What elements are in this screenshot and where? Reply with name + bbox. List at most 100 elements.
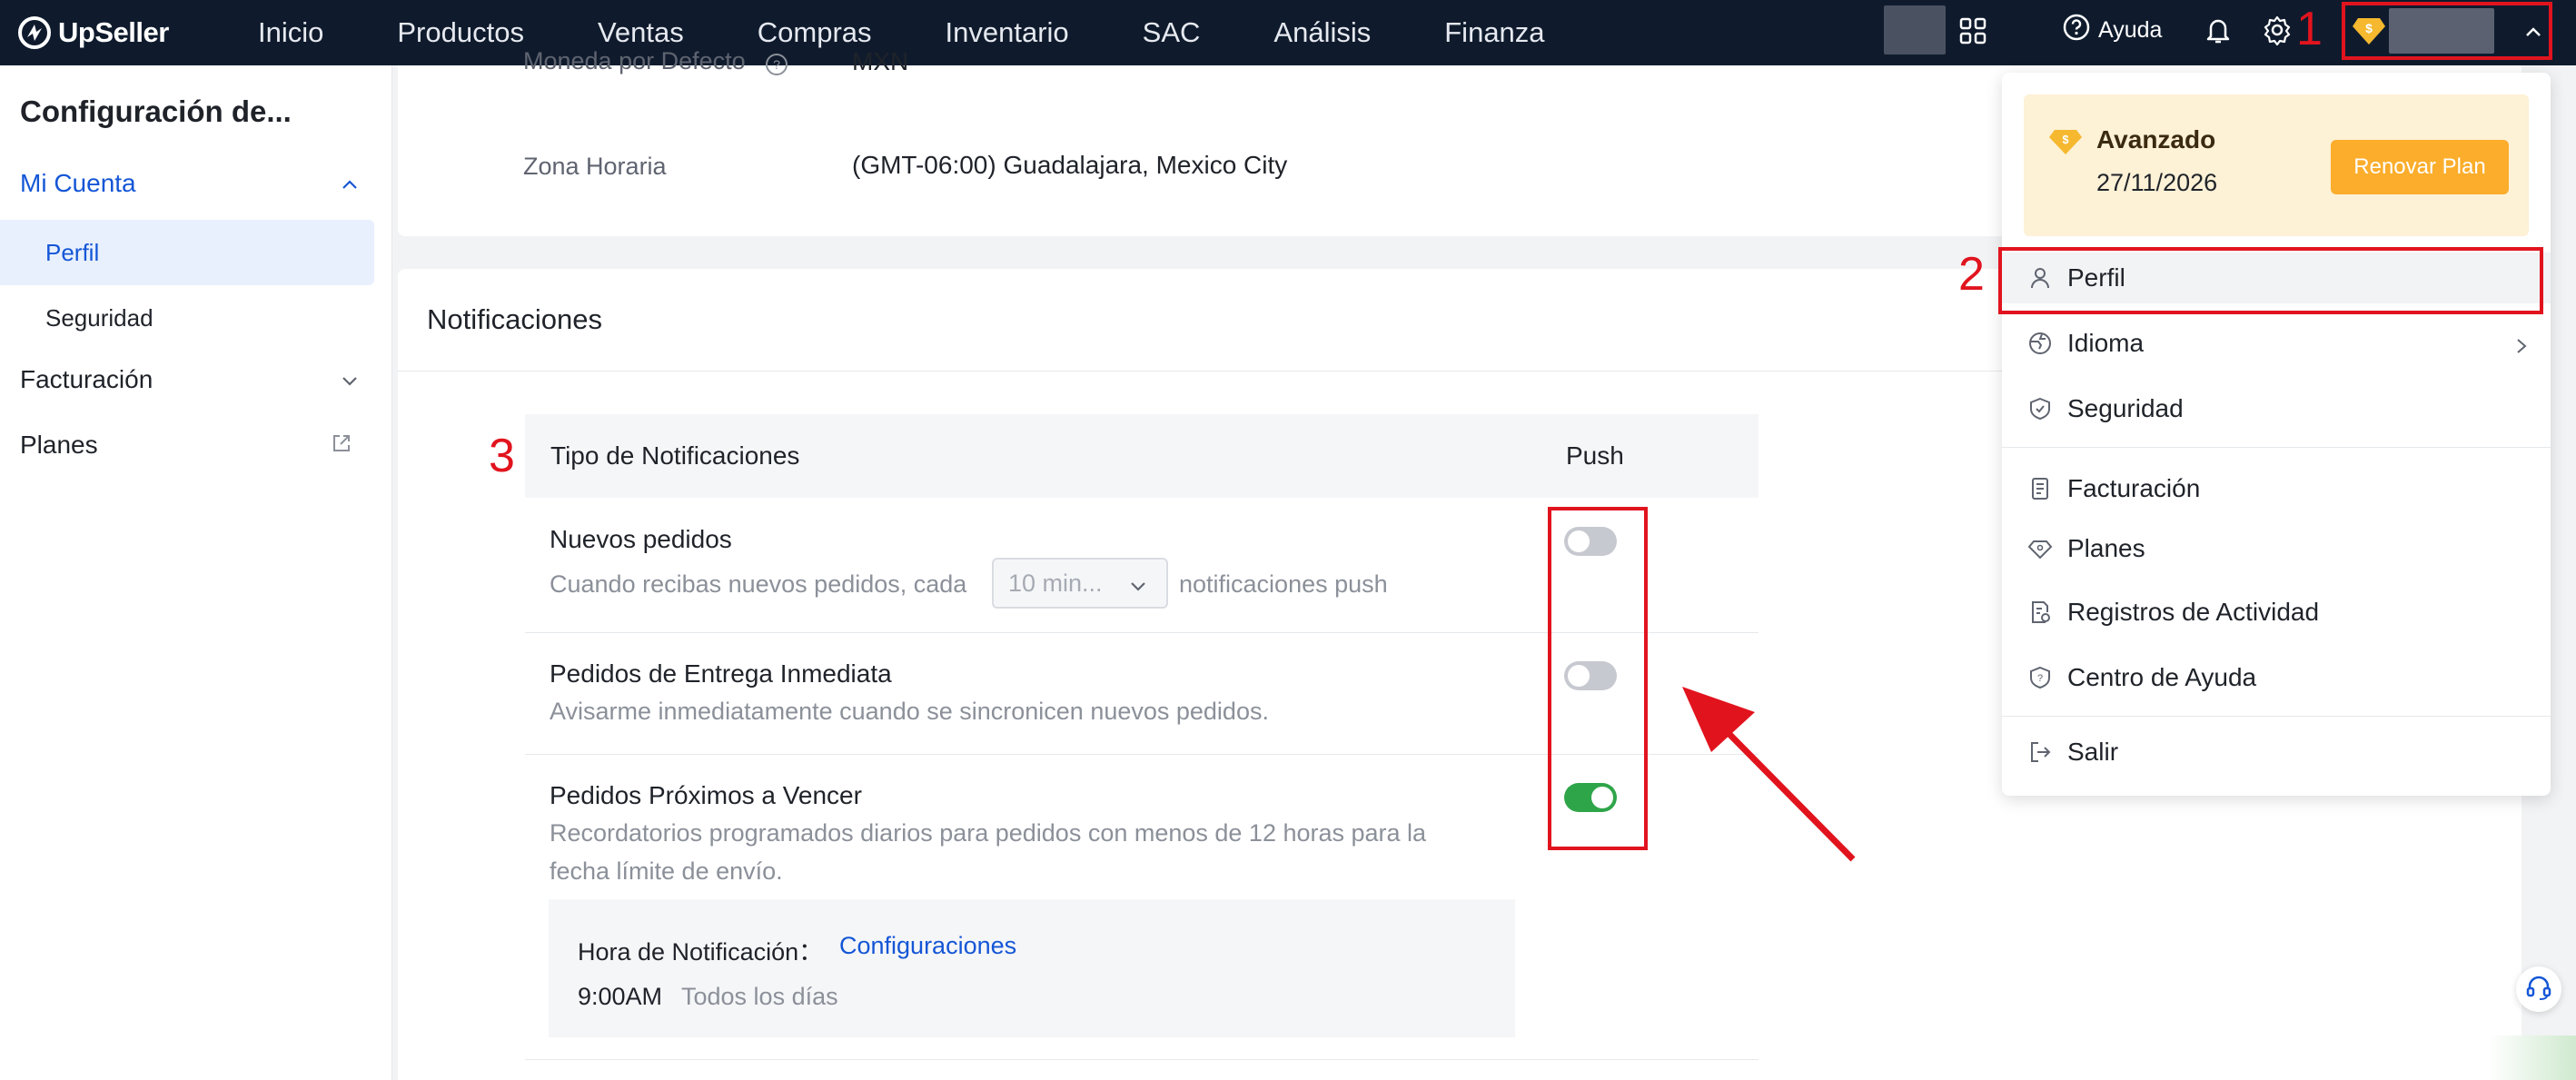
menu-item-centro-ayuda[interactable]: ? Centro de Ayuda — [2002, 652, 2551, 703]
nav-inventario[interactable]: Inventario — [946, 16, 1069, 49]
chevron-up-icon[interactable] — [340, 174, 360, 199]
currency-value: MXN — [852, 47, 909, 75]
support-chat-button[interactable] — [2516, 966, 2561, 1012]
annotation-number-2: 2 — [1958, 248, 1985, 301]
nav-finanza[interactable]: Finanza — [1444, 16, 1544, 49]
currency-label: Moneda por Defecto — [523, 47, 746, 74]
sidebar-item-perfil[interactable]: Perfil — [0, 220, 374, 285]
blurred-shop-selector[interactable] — [1884, 5, 1946, 54]
external-link-icon[interactable] — [331, 432, 352, 459]
floating-widget-edge — [2489, 1035, 2576, 1080]
sidebar-item-seguridad[interactable]: Seguridad — [0, 285, 374, 351]
schedule-box: Hora de Notificación： Configuraciones 9:… — [549, 899, 1515, 1037]
row-desc-entrega-inmediata: Avisarme inmediatamente cuando se sincro… — [550, 698, 1269, 725]
blurred-username — [2389, 8, 2494, 54]
annotation-number-3: 3 — [489, 430, 515, 482]
svg-text:$: $ — [2365, 21, 2373, 35]
headset-icon — [2524, 973, 2553, 1006]
menu-item-planes[interactable]: Planes — [2002, 523, 2551, 574]
brand-name: UpSeller — [58, 16, 169, 48]
row-title-nuevos-pedidos: Nuevos pedidos — [550, 525, 732, 553]
menu-label-centro-ayuda: Centro de Ayuda — [2067, 663, 2257, 691]
bell-icon[interactable] — [2204, 15, 2233, 50]
nav-inicio[interactable]: Inicio — [258, 16, 323, 49]
row-desc-proximos-vencer-2: fecha límite de envío. — [550, 857, 783, 885]
annotation-highlight-perfil — [1998, 247, 2543, 314]
menu-item-salir[interactable]: Salir — [2002, 727, 2551, 778]
annotation-number-1: 1 — [2296, 3, 2323, 55]
plan-summary: $ Avanzado 27/11/2026 Renovar Plan — [2024, 94, 2529, 236]
menu-label-registros: Registros de Actividad — [2067, 598, 2320, 626]
main-menu: Inicio Productos Ventas Compras Inventar… — [258, 16, 1619, 49]
menu-label-idioma: Idioma — [2067, 329, 2145, 357]
settings-sidebar: Configuración de... Mi Cuenta Perfil Seg… — [0, 65, 392, 1080]
menu-item-idioma[interactable]: Idioma — [2002, 318, 2551, 369]
shield-icon — [2027, 396, 2053, 421]
activity-log-icon — [2027, 599, 2053, 625]
question-circle-icon — [2062, 13, 2098, 48]
annotation-highlight-toggles — [1548, 507, 1648, 850]
upseller-logo-icon — [16, 15, 53, 51]
sidebar-title: Configuración de... — [20, 94, 292, 128]
annotation-arrow-icon — [1671, 679, 1862, 871]
row-desc-nuevos-pedidos: Cuando recibas nuevos pedidos, cada — [550, 570, 967, 598]
chevron-down-icon[interactable] — [340, 371, 360, 395]
chevron-down-icon — [1128, 574, 1148, 602]
diamond-plan-icon: $ — [2047, 127, 2084, 161]
row-title-entrega-inmediata: Pedidos de Entrega Inmediata — [550, 659, 892, 688]
plan-name: Avanzado — [2096, 125, 2216, 154]
row-title-proximos-vencer: Pedidos Próximos a Vencer — [550, 781, 862, 809]
diamond-icon — [2027, 536, 2053, 561]
renew-plan-button[interactable]: Renovar Plan — [2331, 140, 2509, 194]
row-desc-suffix: notificaciones push — [1179, 570, 1388, 598]
svg-text:?: ? — [2037, 673, 2043, 684]
question-circle-icon[interactable]: ? — [765, 53, 788, 81]
menu-label-planes: Planes — [2067, 534, 2145, 562]
menu-label-facturacion: Facturación — [2067, 474, 2201, 502]
chevron-right-icon — [2512, 333, 2531, 362]
col-type-header: Tipo de Notificaciones — [550, 441, 800, 470]
interval-select[interactable]: 10 min... — [992, 558, 1168, 609]
col-push-header: Push — [1566, 441, 1624, 470]
nav-compras[interactable]: Compras — [758, 16, 872, 49]
apps-grid-icon[interactable] — [1958, 16, 1987, 50]
interval-select-value: 10 min... — [1008, 569, 1103, 597]
nav-analisis[interactable]: Análisis — [1273, 16, 1371, 49]
help-link[interactable]: Ayuda — [2062, 13, 2162, 48]
chevron-up-icon — [2523, 22, 2543, 46]
sidebar-item-mi-cuenta[interactable]: Mi Cuenta — [20, 169, 136, 198]
menu-item-facturacion[interactable]: Facturación — [2002, 463, 2551, 514]
menu-separator — [2002, 716, 2551, 717]
nav-productos[interactable]: Productos — [397, 16, 524, 49]
help-label: Ayuda — [2098, 17, 2163, 43]
brand-logo[interactable]: UpSeller — [16, 15, 225, 51]
sidebar-item-planes[interactable]: Planes — [20, 431, 98, 460]
menu-item-registros[interactable]: Registros de Actividad — [2002, 587, 2551, 638]
row-desc-proximos-vencer-1: Recordatorios programados diarios para p… — [550, 819, 1427, 847]
account-menu-trigger[interactable]: $ — [2342, 2, 2552, 60]
menu-label-salir: Salir — [2067, 738, 2119, 766]
gear-icon[interactable] — [2262, 15, 2293, 50]
top-navbar: UpSeller Inicio Productos Ventas Compras… — [0, 0, 2576, 65]
nav-ventas[interactable]: Ventas — [598, 16, 684, 49]
nav-sac[interactable]: SAC — [1143, 16, 1201, 49]
menu-label-seguridad: Seguridad — [2067, 394, 2184, 422]
schedule-time: 9:00AM — [578, 983, 663, 1010]
invoice-icon — [2027, 476, 2053, 501]
notifications-title: Notificaciones — [427, 303, 602, 335]
logout-icon — [2027, 739, 2053, 765]
svg-text:?: ? — [773, 57, 780, 72]
help-shield-icon: ? — [2027, 665, 2053, 690]
sidebar-item-facturacion[interactable]: Facturación — [20, 365, 153, 394]
schedule-settings-link[interactable]: Configuraciones — [839, 932, 1016, 960]
diamond-plan-icon: $ — [2351, 15, 2387, 52]
row-divider — [525, 1059, 1759, 1060]
plan-expiry-date: 27/11/2026 — [2096, 169, 2218, 196]
notifications-table-header: Tipo de Notificaciones Push — [525, 414, 1759, 498]
schedule-label: Hora de Notificación： — [578, 938, 824, 966]
timezone-label: Zona Horaria — [523, 153, 667, 180]
menu-item-seguridad[interactable]: Seguridad — [2002, 383, 2551, 434]
schedule-frequency: Todos los días — [681, 983, 838, 1010]
svg-text:$: $ — [2062, 133, 2069, 146]
globe-icon — [2027, 331, 2053, 356]
